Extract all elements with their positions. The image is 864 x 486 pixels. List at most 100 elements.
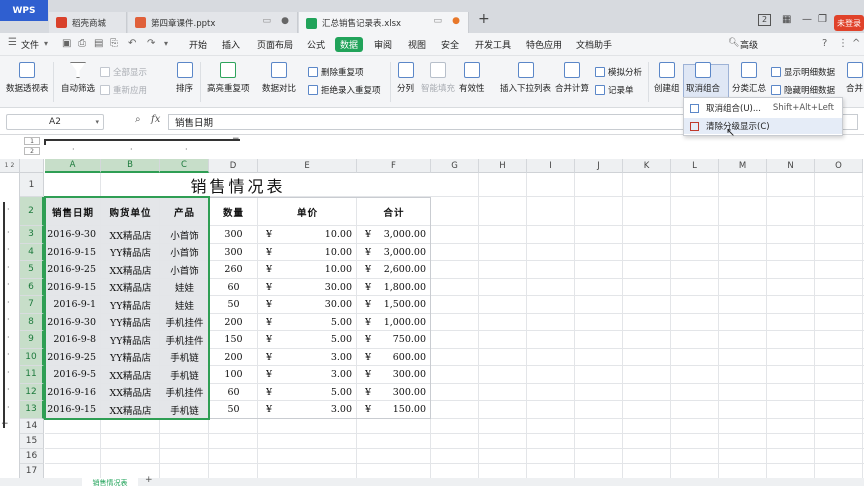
print-preview-icon[interactable]: ▤ — [94, 38, 103, 49]
ungroup-button[interactable]: 取消组合 — [686, 62, 720, 94]
price-cell[interactable]: 30.00 — [280, 296, 357, 314]
quantity-cell[interactable]: 100 — [209, 366, 258, 384]
column-header-a[interactable]: A — [45, 159, 101, 173]
total-cell[interactable]: 600.00 — [379, 349, 431, 367]
product-cell[interactable]: 手机链 — [160, 366, 209, 384]
row-header-2[interactable]: 2 — [20, 197, 44, 226]
menu-item-clear-outline[interactable]: 清除分级显示(C) — [684, 118, 842, 134]
row-header-7[interactable]: 7 — [20, 296, 44, 314]
column-header-i[interactable]: I — [527, 159, 575, 173]
price-cell[interactable]: 3.00 — [280, 349, 357, 367]
buyer-cell[interactable]: YY精品店 — [101, 331, 160, 349]
quantity-cell[interactable]: 50 — [209, 296, 258, 314]
row-header-3[interactable]: 3 — [20, 226, 44, 244]
total-currency[interactable]: ¥ — [365, 384, 379, 402]
date-cell[interactable]: 2016-9-15 — [45, 279, 101, 297]
date-cell[interactable]: 2016-9-30 — [45, 314, 101, 332]
total-cell[interactable]: 2,600.00 — [379, 261, 431, 279]
column-header-j[interactable]: J — [575, 159, 623, 173]
date-cell[interactable]: 2016-9-16 — [45, 384, 101, 402]
record-form-button[interactable]: 记录单 — [595, 84, 634, 96]
column-header-c[interactable]: C — [160, 159, 209, 173]
monitor-icon[interactable]: ▭ — [433, 16, 442, 26]
row-header-13[interactable]: 13 — [20, 401, 44, 419]
quantity-cell[interactable]: 300 — [209, 244, 258, 262]
product-cell[interactable]: 娃娃 — [160, 296, 209, 314]
quantity-cell[interactable]: 150 — [209, 331, 258, 349]
price-currency[interactable]: ¥ — [266, 226, 280, 244]
total-currency[interactable]: ¥ — [365, 226, 379, 244]
date-cell[interactable]: 2016-9-15 — [45, 401, 101, 419]
row-collapse-minus-icon[interactable]: − — [1, 419, 9, 429]
row-header-1[interactable]: 1 — [20, 173, 44, 197]
new-tab-button[interactable]: + — [478, 11, 490, 27]
split-column-button[interactable]: 分列 — [397, 62, 414, 94]
total-cell[interactable]: 1,000.00 — [379, 314, 431, 332]
buyer-cell[interactable]: XX精品店 — [101, 226, 160, 244]
name-box[interactable]: A2 ▾ — [6, 114, 104, 130]
price-currency[interactable]: ¥ — [266, 279, 280, 297]
total-cell[interactable]: 300.00 — [379, 384, 431, 402]
sort-button[interactable]: 排序 — [176, 62, 193, 94]
column-header-b[interactable]: B — [101, 159, 160, 173]
login-button[interactable]: 未登录 — [834, 15, 864, 31]
simulate-analysis-button[interactable]: 模拟分析 — [595, 66, 642, 78]
add-sheet-button[interactable]: + — [145, 475, 153, 485]
subtotal-button[interactable]: 分类汇总 — [732, 62, 766, 94]
price-currency[interactable]: ¥ — [266, 349, 280, 367]
smart-fill-button[interactable]: 智能填充 — [421, 62, 455, 94]
total-currency[interactable]: ¥ — [365, 314, 379, 332]
buyer-cell[interactable]: XX精品店 — [101, 261, 160, 279]
buyer-cell[interactable]: XX精品店 — [101, 366, 160, 384]
row-header-10[interactable]: 10 — [20, 348, 44, 366]
menu-formula[interactable]: 公式 — [307, 38, 325, 51]
column-header-f[interactable]: F — [357, 159, 431, 173]
row-header-9[interactable]: 9 — [20, 331, 44, 349]
print-icon[interactable]: ⎙ — [78, 38, 86, 49]
header-cell-b[interactable]: 购货单位 — [101, 197, 160, 226]
data-compare-button[interactable]: 数据对比 — [262, 62, 296, 94]
help-icon[interactable]: ? — [822, 38, 827, 49]
header-cell-c[interactable]: 产品 — [160, 197, 209, 226]
outline-level-2-button[interactable]: 2 — [24, 147, 40, 155]
column-header-l[interactable]: L — [671, 159, 719, 173]
hide-detail-button[interactable]: 隐藏明细数据 — [771, 84, 835, 96]
menu-data[interactable]: 数据 — [335, 37, 364, 52]
window-count-badge[interactable]: 2 — [758, 14, 771, 26]
header-cell-a[interactable]: 销售日期 — [45, 197, 101, 226]
product-cell[interactable]: 手机挂件 — [160, 314, 209, 332]
sheet-title-cell[interactable]: 销售情况表 — [45, 173, 431, 197]
spreadsheet-grid[interactable]: 12 − ABCDEFGHIJKLMNO 1 2 · 3 · 4 · 5 · 6 · 7 · 8 · 9 · 10… — [0, 159, 864, 486]
quantity-cell[interactable]: 200 — [209, 349, 258, 367]
menu-security[interactable]: 安全 — [441, 38, 459, 51]
fx-icon[interactable]: fx — [151, 114, 160, 125]
redo-icon[interactable]: ↷ — [147, 38, 155, 49]
collapse-minus-icon[interactable]: − — [232, 134, 240, 144]
menu-review[interactable]: 审阅 — [374, 38, 392, 51]
price-cell[interactable]: 10.00 — [280, 226, 357, 244]
menu-insert[interactable]: 插入 — [222, 38, 240, 51]
date-cell[interactable]: 2016-9-25 — [45, 349, 101, 367]
tab-xlsx-file[interactable]: 汇总销售记录表.xlsx ▭ ● — [299, 12, 469, 34]
row-header-8[interactable]: 8 — [20, 313, 44, 331]
menu-page-layout[interactable]: 页面布局 — [257, 38, 293, 51]
price-currency[interactable]: ¥ — [266, 401, 280, 419]
total-currency[interactable]: ¥ — [365, 401, 379, 419]
tab-docer-store[interactable]: 稻壳商城 — [49, 12, 127, 33]
price-currency[interactable]: ¥ — [266, 261, 280, 279]
grid-icon[interactable]: ▦ — [782, 14, 791, 25]
total-cell[interactable]: 1,800.00 — [379, 279, 431, 297]
date-cell[interactable]: 2016-9-15 — [45, 244, 101, 262]
quantity-cell[interactable]: 60 — [209, 384, 258, 402]
column-header-n[interactable]: N — [767, 159, 815, 173]
total-cell[interactable]: 750.00 — [379, 331, 431, 349]
price-currency[interactable]: ¥ — [266, 331, 280, 349]
more-icon[interactable]: ⋮ — [838, 38, 848, 49]
insert-dropdown-list-button[interactable]: 插入下拉列表 — [500, 62, 551, 94]
total-cell[interactable]: 150.00 — [379, 401, 431, 419]
restore-icon[interactable]: ❐ — [818, 14, 827, 25]
header-cell-f[interactable]: 合计 — [357, 197, 431, 226]
hamburger-icon[interactable]: ☰ — [8, 37, 17, 48]
sheet-tab[interactable]: 销售情况表 — [82, 478, 138, 486]
pivot-table-button[interactable]: 数据透视表 — [6, 62, 49, 94]
